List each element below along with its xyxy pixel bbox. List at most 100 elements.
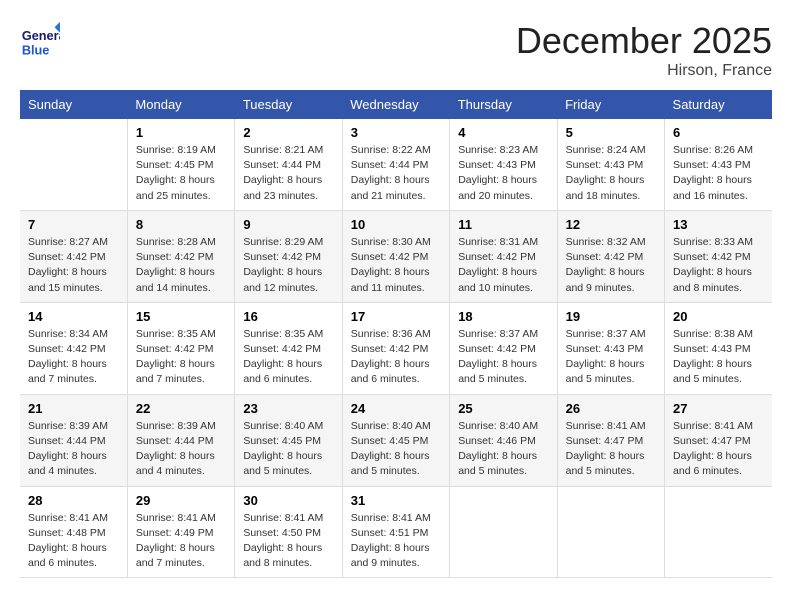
day-cell: 1 Sunrise: 8:19 AMSunset: 4:45 PMDayligh…: [127, 119, 234, 210]
day-number: 21: [28, 401, 119, 416]
logo-icon: General Blue: [20, 20, 60, 60]
day-info: Sunrise: 8:41 AMSunset: 4:48 PMDaylight:…: [28, 511, 119, 572]
day-number: 22: [136, 401, 226, 416]
day-number: 17: [351, 309, 441, 324]
day-info: Sunrise: 8:22 AMSunset: 4:44 PMDaylight:…: [351, 143, 441, 204]
day-info: Sunrise: 8:29 AMSunset: 4:42 PMDaylight:…: [243, 235, 333, 296]
day-cell: 18 Sunrise: 8:37 AMSunset: 4:42 PMDaylig…: [450, 302, 557, 394]
day-info: Sunrise: 8:30 AMSunset: 4:42 PMDaylight:…: [351, 235, 441, 296]
day-number: 5: [566, 125, 656, 140]
month-title: December 2025: [516, 20, 772, 62]
day-number: 15: [136, 309, 226, 324]
week-row-0: 1 Sunrise: 8:19 AMSunset: 4:45 PMDayligh…: [20, 119, 772, 210]
day-number: 18: [458, 309, 548, 324]
day-cell: 9 Sunrise: 8:29 AMSunset: 4:42 PMDayligh…: [235, 210, 342, 302]
day-number: 31: [351, 493, 441, 508]
day-number: 25: [458, 401, 548, 416]
day-info: Sunrise: 8:40 AMSunset: 4:45 PMDaylight:…: [243, 419, 333, 480]
day-cell: 24 Sunrise: 8:40 AMSunset: 4:45 PMDaylig…: [342, 394, 449, 486]
day-cell: 20 Sunrise: 8:38 AMSunset: 4:43 PMDaylig…: [665, 302, 772, 394]
title-area: December 2025 Hirson, France: [516, 20, 772, 80]
day-info: Sunrise: 8:41 AMSunset: 4:47 PMDaylight:…: [673, 419, 764, 480]
svg-text:Blue: Blue: [22, 43, 50, 58]
header-tuesday: Tuesday: [235, 90, 342, 119]
day-cell: 28 Sunrise: 8:41 AMSunset: 4:48 PMDaylig…: [20, 486, 127, 578]
day-cell: 29 Sunrise: 8:41 AMSunset: 4:49 PMDaylig…: [127, 486, 234, 578]
day-cell: 25 Sunrise: 8:40 AMSunset: 4:46 PMDaylig…: [450, 394, 557, 486]
day-cell: 27 Sunrise: 8:41 AMSunset: 4:47 PMDaylig…: [665, 394, 772, 486]
day-number: 20: [673, 309, 764, 324]
header-row: Sunday Monday Tuesday Wednesday Thursday…: [20, 90, 772, 119]
day-cell: 15 Sunrise: 8:35 AMSunset: 4:42 PMDaylig…: [127, 302, 234, 394]
day-number: 24: [351, 401, 441, 416]
week-row-3: 21 Sunrise: 8:39 AMSunset: 4:44 PMDaylig…: [20, 394, 772, 486]
day-info: Sunrise: 8:34 AMSunset: 4:42 PMDaylight:…: [28, 327, 119, 388]
day-cell: 13 Sunrise: 8:33 AMSunset: 4:42 PMDaylig…: [665, 210, 772, 302]
svg-text:General: General: [22, 28, 60, 43]
calendar-table: Sunday Monday Tuesday Wednesday Thursday…: [20, 90, 772, 578]
day-info: Sunrise: 8:37 AMSunset: 4:43 PMDaylight:…: [566, 327, 656, 388]
day-number: 23: [243, 401, 333, 416]
day-info: Sunrise: 8:41 AMSunset: 4:50 PMDaylight:…: [243, 511, 333, 572]
header-wednesday: Wednesday: [342, 90, 449, 119]
day-number: 6: [673, 125, 764, 140]
header-monday: Monday: [127, 90, 234, 119]
day-number: 10: [351, 217, 441, 232]
day-cell: 7 Sunrise: 8:27 AMSunset: 4:42 PMDayligh…: [20, 210, 127, 302]
day-info: Sunrise: 8:39 AMSunset: 4:44 PMDaylight:…: [136, 419, 226, 480]
day-number: 26: [566, 401, 656, 416]
day-number: 30: [243, 493, 333, 508]
day-cell: 6 Sunrise: 8:26 AMSunset: 4:43 PMDayligh…: [665, 119, 772, 210]
day-info: Sunrise: 8:37 AMSunset: 4:42 PMDaylight:…: [458, 327, 548, 388]
day-info: Sunrise: 8:26 AMSunset: 4:43 PMDaylight:…: [673, 143, 764, 204]
day-info: Sunrise: 8:40 AMSunset: 4:45 PMDaylight:…: [351, 419, 441, 480]
header-sunday: Sunday: [20, 90, 127, 119]
day-number: 8: [136, 217, 226, 232]
day-cell: 8 Sunrise: 8:28 AMSunset: 4:42 PMDayligh…: [127, 210, 234, 302]
day-number: 16: [243, 309, 333, 324]
day-cell: 5 Sunrise: 8:24 AMSunset: 4:43 PMDayligh…: [557, 119, 664, 210]
logo: General Blue: [20, 20, 64, 60]
day-info: Sunrise: 8:32 AMSunset: 4:42 PMDaylight:…: [566, 235, 656, 296]
day-number: 19: [566, 309, 656, 324]
day-info: Sunrise: 8:40 AMSunset: 4:46 PMDaylight:…: [458, 419, 548, 480]
day-info: Sunrise: 8:31 AMSunset: 4:42 PMDaylight:…: [458, 235, 548, 296]
day-info: Sunrise: 8:38 AMSunset: 4:43 PMDaylight:…: [673, 327, 764, 388]
day-number: 7: [28, 217, 119, 232]
day-number: 13: [673, 217, 764, 232]
header-friday: Friday: [557, 90, 664, 119]
day-cell: 4 Sunrise: 8:23 AMSunset: 4:43 PMDayligh…: [450, 119, 557, 210]
day-cell: 26 Sunrise: 8:41 AMSunset: 4:47 PMDaylig…: [557, 394, 664, 486]
week-row-2: 14 Sunrise: 8:34 AMSunset: 4:42 PMDaylig…: [20, 302, 772, 394]
day-info: Sunrise: 8:27 AMSunset: 4:42 PMDaylight:…: [28, 235, 119, 296]
day-info: Sunrise: 8:23 AMSunset: 4:43 PMDaylight:…: [458, 143, 548, 204]
day-cell: [665, 486, 772, 578]
day-info: Sunrise: 8:28 AMSunset: 4:42 PMDaylight:…: [136, 235, 226, 296]
day-cell: [557, 486, 664, 578]
day-cell: 21 Sunrise: 8:39 AMSunset: 4:44 PMDaylig…: [20, 394, 127, 486]
day-cell: 19 Sunrise: 8:37 AMSunset: 4:43 PMDaylig…: [557, 302, 664, 394]
day-number: 27: [673, 401, 764, 416]
day-cell: 17 Sunrise: 8:36 AMSunset: 4:42 PMDaylig…: [342, 302, 449, 394]
day-cell: 16 Sunrise: 8:35 AMSunset: 4:42 PMDaylig…: [235, 302, 342, 394]
day-cell: 31 Sunrise: 8:41 AMSunset: 4:51 PMDaylig…: [342, 486, 449, 578]
day-number: 29: [136, 493, 226, 508]
header-saturday: Saturday: [665, 90, 772, 119]
day-cell: 12 Sunrise: 8:32 AMSunset: 4:42 PMDaylig…: [557, 210, 664, 302]
day-info: Sunrise: 8:41 AMSunset: 4:49 PMDaylight:…: [136, 511, 226, 572]
day-number: 4: [458, 125, 548, 140]
day-number: 3: [351, 125, 441, 140]
day-info: Sunrise: 8:35 AMSunset: 4:42 PMDaylight:…: [243, 327, 333, 388]
day-info: Sunrise: 8:33 AMSunset: 4:42 PMDaylight:…: [673, 235, 764, 296]
page-header: General Blue December 2025 Hirson, Franc…: [20, 20, 772, 80]
week-row-1: 7 Sunrise: 8:27 AMSunset: 4:42 PMDayligh…: [20, 210, 772, 302]
week-row-4: 28 Sunrise: 8:41 AMSunset: 4:48 PMDaylig…: [20, 486, 772, 578]
day-cell: 14 Sunrise: 8:34 AMSunset: 4:42 PMDaylig…: [20, 302, 127, 394]
day-number: 1: [136, 125, 226, 140]
day-number: 9: [243, 217, 333, 232]
day-info: Sunrise: 8:36 AMSunset: 4:42 PMDaylight:…: [351, 327, 441, 388]
day-info: Sunrise: 8:35 AMSunset: 4:42 PMDaylight:…: [136, 327, 226, 388]
day-info: Sunrise: 8:39 AMSunset: 4:44 PMDaylight:…: [28, 419, 119, 480]
day-cell: [450, 486, 557, 578]
location: Hirson, France: [516, 62, 772, 80]
